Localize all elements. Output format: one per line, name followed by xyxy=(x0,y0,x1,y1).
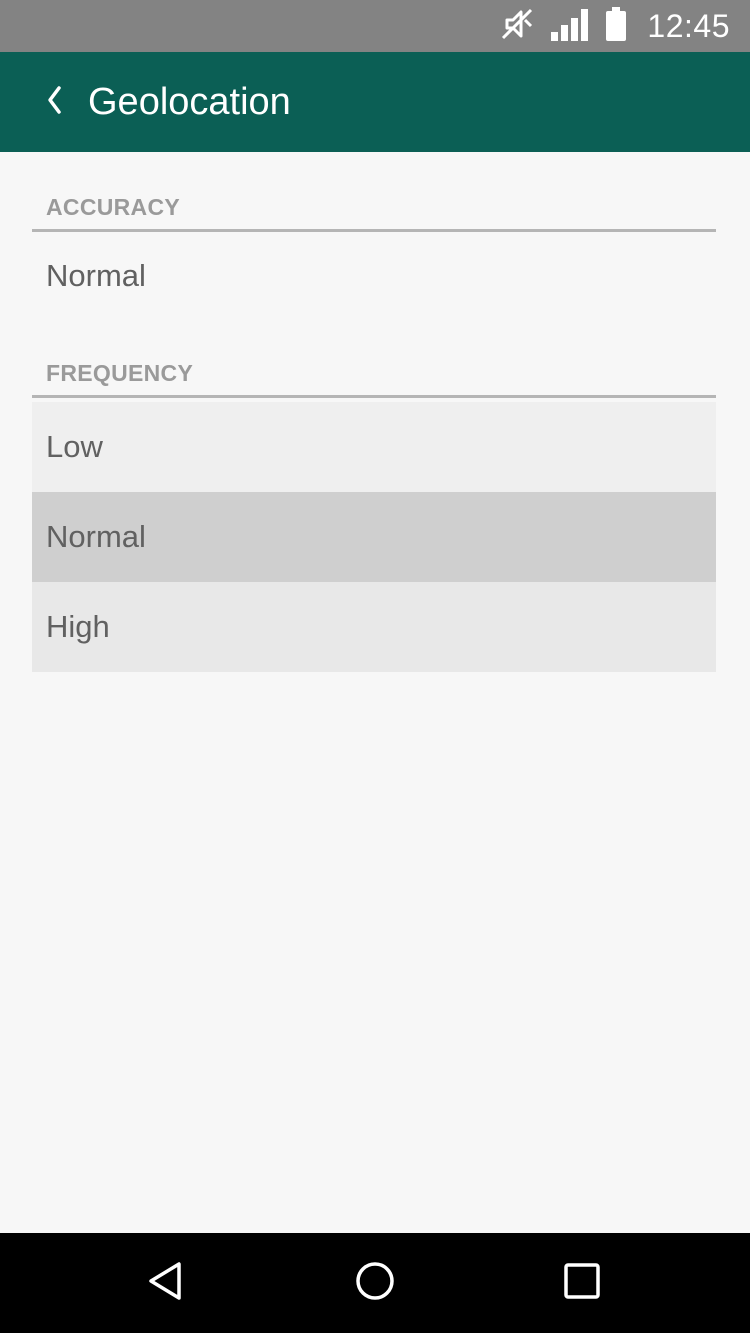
recents-square-icon xyxy=(563,1262,601,1305)
status-icons: 12:45 xyxy=(499,6,730,47)
frequency-header-label: FREQUENCY xyxy=(46,360,194,386)
home-circle-icon xyxy=(354,1260,396,1307)
frequency-option-normal[interactable]: Normal xyxy=(32,492,716,582)
battery-icon xyxy=(605,6,627,47)
settings-content: ACCURACY Normal FREQUENCY Low Normal Hig… xyxy=(32,152,716,672)
frequency-option-high[interactable]: High xyxy=(32,582,716,672)
accuracy-header-label: ACCURACY xyxy=(46,194,181,220)
page-title: Geolocation xyxy=(88,81,291,123)
accuracy-value[interactable]: Normal xyxy=(32,232,716,320)
chevron-left-icon xyxy=(44,84,64,121)
accuracy-section-header: ACCURACY xyxy=(32,152,716,232)
signal-icon xyxy=(549,6,591,47)
nav-back-button[interactable] xyxy=(140,1258,190,1308)
frequency-options-list: Low Normal High xyxy=(32,402,716,672)
nav-recents-button[interactable] xyxy=(557,1258,607,1308)
frequency-section-header: FREQUENCY xyxy=(32,320,716,398)
status-bar: 12:45 xyxy=(0,0,750,52)
navigation-bar xyxy=(0,1233,750,1333)
status-time: 12:45 xyxy=(647,7,730,44)
mute-icon xyxy=(499,6,535,47)
back-triangle-icon xyxy=(145,1260,185,1307)
frequency-option-low[interactable]: Low xyxy=(32,402,716,492)
nav-home-button[interactable] xyxy=(350,1258,400,1308)
app-bar: Geolocation xyxy=(0,52,750,152)
back-button[interactable] xyxy=(36,82,72,122)
